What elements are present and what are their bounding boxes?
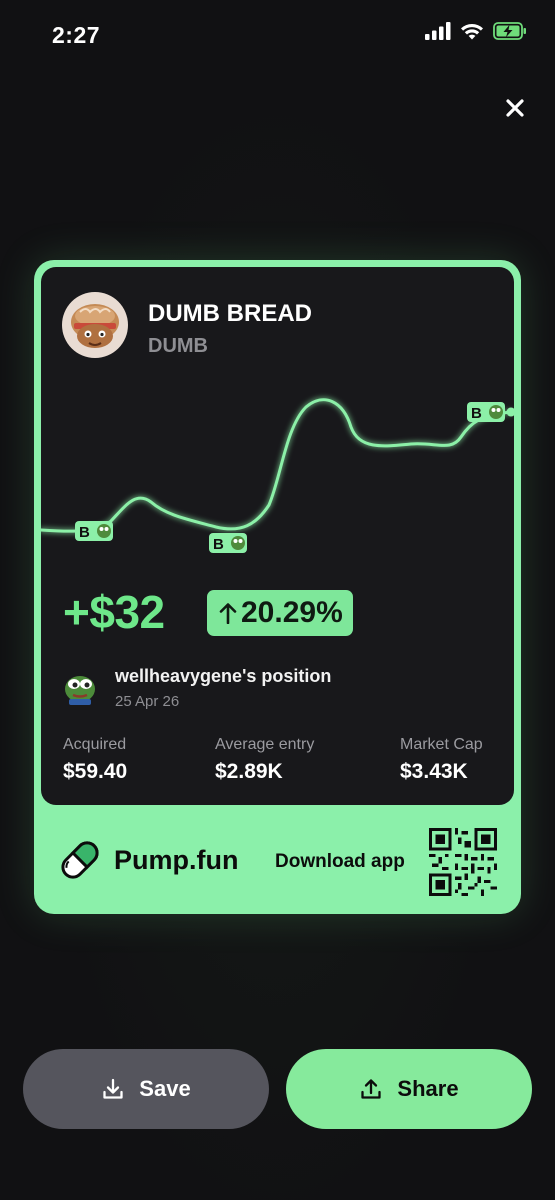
- close-button[interactable]: [500, 93, 530, 123]
- qr-code: [429, 828, 497, 896]
- pnl-percent-badge: 20.29%: [207, 590, 353, 636]
- position-owner-label: wellheavygene's position: [115, 666, 332, 686]
- status-time: 2:27: [52, 22, 101, 48]
- stat-label: Acquired: [63, 736, 127, 753]
- share-position-screen: 2:27 DUMB BREAD DUMB B B B +$32 20.29% w…: [0, 0, 555, 1200]
- token-name: DUMB BREAD: [148, 300, 312, 327]
- buy-marker: B: [467, 402, 505, 422]
- buy-marker-label: B: [471, 405, 482, 422]
- download-app-label: Download app: [275, 851, 405, 872]
- pnl-amount: +$32: [63, 586, 165, 638]
- stat-average-entry: Average entry $2.89K: [215, 736, 314, 784]
- save-button[interactable]: Save: [23, 1049, 269, 1129]
- price-line: [41, 398, 513, 533]
- price-chart: B B B: [41, 398, 514, 553]
- token-avatar: [62, 292, 128, 358]
- battery-charging-icon: [493, 22, 526, 40]
- save-button-label: Save: [139, 1076, 191, 1101]
- share-icon: [361, 1079, 382, 1099]
- close-icon: [506, 99, 524, 117]
- stat-value: $2.89K: [215, 760, 283, 783]
- arrow-up-icon: [219, 603, 237, 624]
- share-button-label: Share: [397, 1076, 459, 1101]
- user-avatar: [65, 676, 95, 705]
- buy-marker-label: B: [79, 524, 90, 541]
- wifi-icon: [461, 24, 483, 40]
- brand-name: Pump.fun: [114, 845, 239, 875]
- position-share-card: DUMB BREAD DUMB B B B +$32 20.29% wellhe…: [34, 260, 521, 914]
- status-bar: 2:27: [0, 0, 555, 70]
- pill-logo-icon: [61, 841, 99, 879]
- stat-label: Market Cap: [400, 736, 483, 753]
- position-date: 25 Apr 26: [115, 693, 180, 710]
- download-icon: [103, 1078, 123, 1099]
- stat-value: $59.40: [63, 760, 128, 783]
- stat-label: Average entry: [215, 736, 315, 753]
- chart-end-dot: [506, 407, 514, 417]
- status-icons: [425, 22, 527, 40]
- token-ticker: DUMB: [148, 335, 208, 357]
- share-button[interactable]: Share: [286, 1049, 532, 1129]
- position-card-body: DUMB BREAD DUMB B B B +$32 20.29% wellhe…: [41, 267, 514, 805]
- buy-marker: B: [75, 521, 113, 541]
- stat-acquired: Acquired $59.40: [63, 736, 127, 784]
- pnl-percent: 20.29%: [241, 596, 343, 629]
- buy-marker: B: [209, 533, 247, 553]
- buy-marker-label: B: [213, 536, 224, 553]
- cellular-signal-icon: [425, 22, 451, 40]
- stat-market-cap: Market Cap $3.43K: [400, 736, 483, 784]
- stat-value: $3.43K: [400, 760, 468, 783]
